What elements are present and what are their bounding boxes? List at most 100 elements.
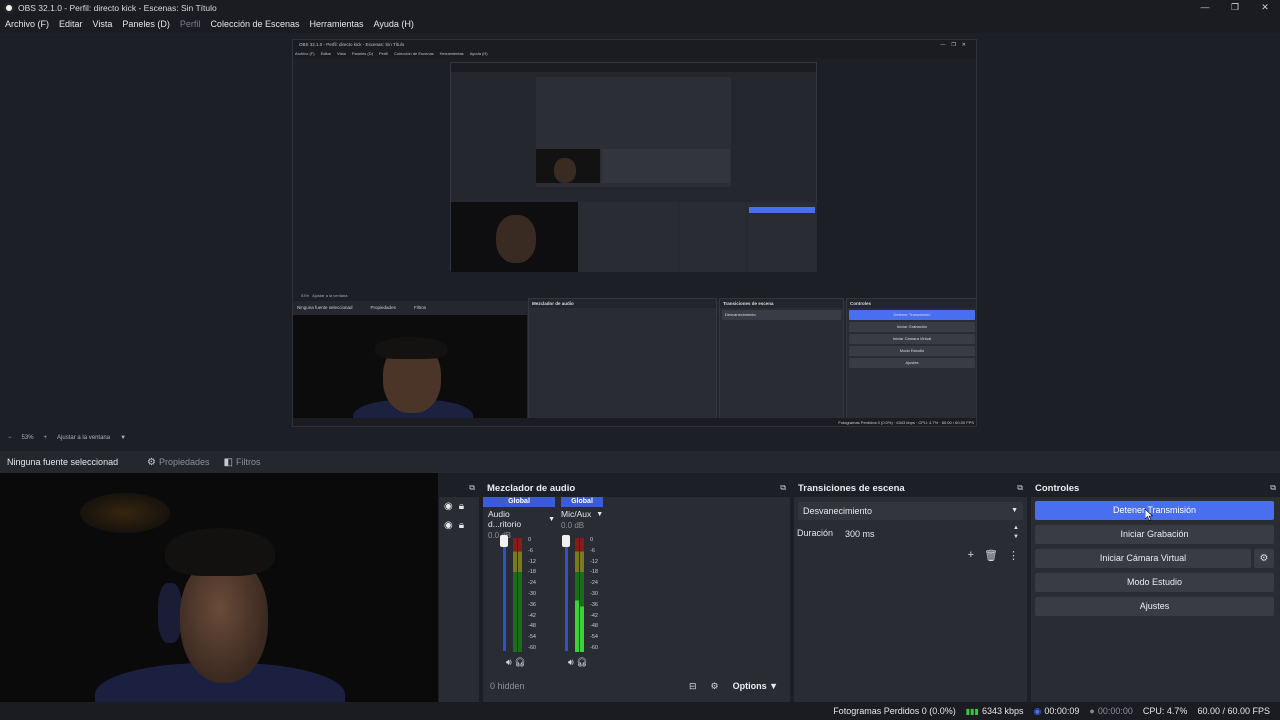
- popout-icon[interactable]: ⧉: [469, 483, 475, 493]
- channel-name: Mic/Aux: [561, 509, 592, 519]
- speaker-icon[interactable]: 🔊︎: [506, 657, 512, 667]
- chevron-down-icon: ▼: [596, 510, 604, 518]
- close-icon[interactable]: ✕: [1250, 0, 1280, 15]
- fit-to-window-select[interactable]: Ajustar a la ventana: [57, 435, 110, 441]
- mixer-footer: 0 hidden ⊟ ⚙ Options ▼: [483, 676, 790, 696]
- window-title: OBS 32.1.0 - Perfil: directo kick - Esce…: [18, 2, 217, 13]
- fps-readout: 60.00 / 60.00 FPS: [1197, 706, 1270, 716]
- duration-spinner[interactable]: ▲ ▼: [1013, 524, 1019, 542]
- volume-slider-knob[interactable]: [500, 535, 508, 547]
- menu-vista[interactable]: Vista: [93, 19, 113, 29]
- start-virtual-camera-button[interactable]: Iniciar Cámara Virtual: [1035, 549, 1251, 568]
- chevron-down-icon: ▼: [1013, 534, 1019, 540]
- popout-icon[interactable]: ⧉: [780, 483, 786, 493]
- meter-bar-left: [575, 538, 579, 652]
- volume-track: [503, 539, 506, 651]
- source-row[interactable]: ◉ 🔒︎: [439, 516, 479, 535]
- meter-bar-right: [580, 538, 584, 652]
- transition-actions: + 🗑︎ ⋮: [958, 549, 1019, 562]
- chevron-up-icon: ▲: [1013, 525, 1019, 531]
- transitions-title: Transiciones de escena: [798, 482, 905, 494]
- layout-toggle-icon[interactable]: ⊟: [689, 681, 697, 692]
- meter-bar-left: [513, 538, 517, 652]
- menu-paneles[interactable]: Paneles (D): [122, 19, 170, 29]
- global-badge: Global: [561, 497, 603, 507]
- nested-preview: [293, 58, 976, 291]
- add-icon[interactable]: +: [968, 549, 974, 562]
- properties-label: Propiedades: [158, 457, 210, 467]
- duration-label: Duración: [797, 528, 834, 538]
- stop-streaming-button[interactable]: Detener Transmisión: [1035, 501, 1274, 520]
- minimize-icon[interactable]: —: [1190, 0, 1220, 15]
- record-icon: ●: [1089, 706, 1095, 716]
- lock-icon[interactable]: 🔒︎: [459, 501, 464, 512]
- menu-perfil: Perfil: [179, 19, 201, 29]
- start-recording-button[interactable]: Iniciar Grabación: [1035, 525, 1274, 544]
- stream-time: 00:00:09: [1044, 706, 1080, 716]
- more-icon[interactable]: ⋮: [1008, 549, 1019, 562]
- nested-title-bar: OBS 32.1.0 - Perfil: directo kick - Esce…: [293, 40, 976, 50]
- virtual-camera-settings-icon[interactable]: ⚙: [1254, 549, 1274, 568]
- nested-window-controls: —❐✕: [940, 42, 972, 48]
- volume-slider-knob[interactable]: [562, 535, 570, 547]
- popout-icon[interactable]: ⧉: [1017, 483, 1023, 493]
- nested-menu-bar: Archivo (F) Editar Vista Paneles (D) Perfil C…: [293, 50, 976, 58]
- global-badge: Global: [483, 497, 555, 507]
- zoom-out-button[interactable]: −: [8, 435, 12, 441]
- lock-icon[interactable]: 🔒︎: [459, 520, 464, 531]
- channel-name-select[interactable]: Audio d...ritorio ▼: [483, 509, 555, 529]
- volume-meter-mic[interactable]: [562, 535, 593, 655]
- preview-nested-capture: OBS 32.1.0 - Perfil: directo kick - Esce…: [292, 39, 977, 427]
- menu-ayuda[interactable]: Ayuda (H): [374, 19, 414, 29]
- maximize-icon[interactable]: ❐: [1220, 0, 1250, 15]
- speaker-icon[interactable]: 🔊︎: [568, 657, 574, 667]
- menu-coleccion-escenas[interactable]: Colección de Escenas: [210, 19, 299, 29]
- zoom-bar: − 53% + Ajustar a la ventana ▼: [0, 431, 1280, 445]
- monitor-off-icon[interactable]: 🎧︎: [576, 657, 587, 667]
- mixer-dock-header: Mezclador de audio ⧉: [483, 479, 790, 497]
- sources-dock: ⧉ ◉ 🔒︎ ◉ 🔒︎: [439, 479, 479, 703]
- filter-icon: ◧: [223, 456, 233, 468]
- properties-button[interactable]: ⚙ Propiedades: [147, 457, 210, 468]
- meter-scale: 0 -6 -12 -18 -24 -30 -36 -42 -48 -54 -60: [590, 537, 598, 651]
- popout-icon[interactable]: ⧉: [1270, 483, 1276, 493]
- studio-mode-button[interactable]: Modo Estudio: [1035, 573, 1274, 592]
- window-controls: — ❐ ✕: [1190, 0, 1280, 15]
- volume-track: [565, 539, 568, 651]
- mixer-channel-desktop: Global Audio d...ritorio ▼ 0.0 dB: [483, 497, 555, 540]
- trash-icon[interactable]: 🗑︎: [984, 549, 998, 562]
- options-button[interactable]: Options ▼: [733, 681, 778, 691]
- source-toolbar: Ninguna fuente seleccionad ⚙ Propiedades…: [0, 451, 1280, 473]
- monitor-off-icon[interactable]: 🎧︎: [514, 657, 525, 667]
- transition-value: Desvanecimiento: [803, 506, 873, 516]
- nested-docks: Mezclador de audio Transiciones de escen…: [528, 298, 976, 426]
- eye-icon[interactable]: ◉: [444, 501, 453, 512]
- no-source-label: Ninguna fuente seleccionad: [7, 457, 119, 467]
- controls-dock: Controles ⧉ Detener Transmisión Iniciar …: [1031, 479, 1280, 703]
- source-row[interactable]: ◉ 🔒︎: [439, 497, 479, 516]
- filters-label: Filtros: [235, 457, 261, 467]
- chevron-down-icon[interactable]: ▼: [120, 435, 126, 441]
- advanced-settings-icon[interactable]: ⚙: [711, 681, 719, 692]
- gear-icon: ⚙: [147, 456, 156, 468]
- channel-name-select[interactable]: Mic/Aux ▼: [561, 509, 603, 519]
- filters-button[interactable]: ◧ Filtros: [224, 457, 261, 468]
- volume-meter-desktop[interactable]: [500, 535, 531, 655]
- transition-select[interactable]: Desvanecimiento ▼: [798, 502, 1023, 520]
- menu-editar[interactable]: Editar: [59, 19, 83, 29]
- zoom-in-button[interactable]: +: [44, 435, 48, 441]
- channel-controls-desktop: 🔊︎ 🎧︎: [506, 657, 526, 668]
- menu-herramientas[interactable]: Herramientas: [310, 19, 364, 29]
- chevron-down-icon: ▼: [548, 515, 555, 523]
- meter-bar-right: [518, 538, 522, 652]
- nested-camera: [293, 315, 527, 426]
- record-time: 00:00:00: [1097, 706, 1133, 716]
- signal-icon: ▮▮▮: [965, 706, 979, 716]
- audio-mixer-dock: Mezclador de audio ⧉ Global Audio d...ri…: [483, 479, 790, 703]
- duration-input[interactable]: 300 ms: [839, 526, 1009, 542]
- menu-archivo[interactable]: Archivo (F): [5, 19, 49, 29]
- settings-button[interactable]: Ajustes: [1035, 597, 1274, 616]
- meter-scale: 0 -6 -12 -18 -24 -30 -36 -42 -48 -54 -60: [528, 537, 536, 651]
- eye-icon[interactable]: ◉: [444, 520, 453, 531]
- obs-logo-icon: [4, 2, 14, 13]
